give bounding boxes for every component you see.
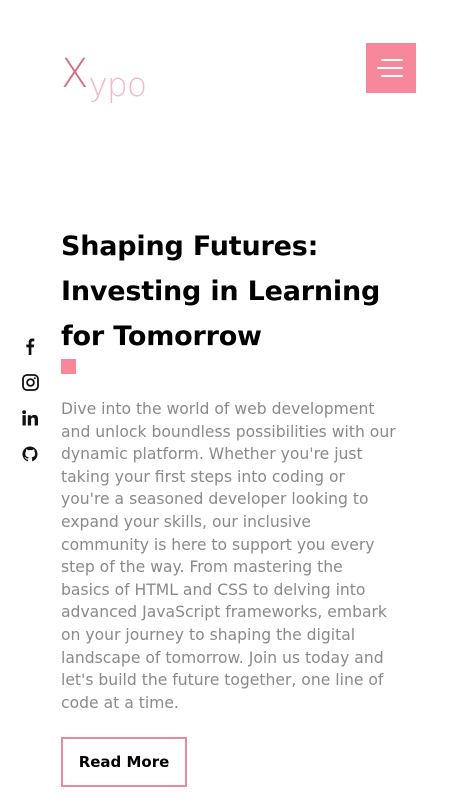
hamburger-bar: [381, 59, 403, 61]
linkedin-link[interactable]: [20, 410, 40, 432]
facebook-icon: [26, 338, 35, 355]
linkedin-icon: [22, 410, 38, 426]
instagram-link[interactable]: [20, 374, 40, 396]
instagram-icon: [21, 374, 39, 391]
github-icon: [22, 446, 38, 462]
menu-button[interactable]: [366, 43, 416, 93]
social-links: [20, 336, 40, 482]
hamburger-bar: [381, 75, 403, 77]
hero-description: Dive into the world of web development a…: [61, 400, 396, 712]
hamburger-bar: [377, 67, 403, 69]
github-link[interactable]: [20, 446, 40, 468]
accent-square: [61, 359, 76, 374]
read-more-button[interactable]: Read More: [61, 737, 187, 787]
page: X ypo Shaping Futures: Investing in Lear…: [0, 0, 461, 802]
logo-text: ypo: [88, 65, 147, 104]
logo-initial: X: [61, 51, 88, 97]
hero-title: Shaping Futures: Investing in Learning f…: [61, 231, 381, 352]
logo[interactable]: X ypo: [61, 44, 147, 101]
facebook-link[interactable]: [20, 338, 40, 360]
